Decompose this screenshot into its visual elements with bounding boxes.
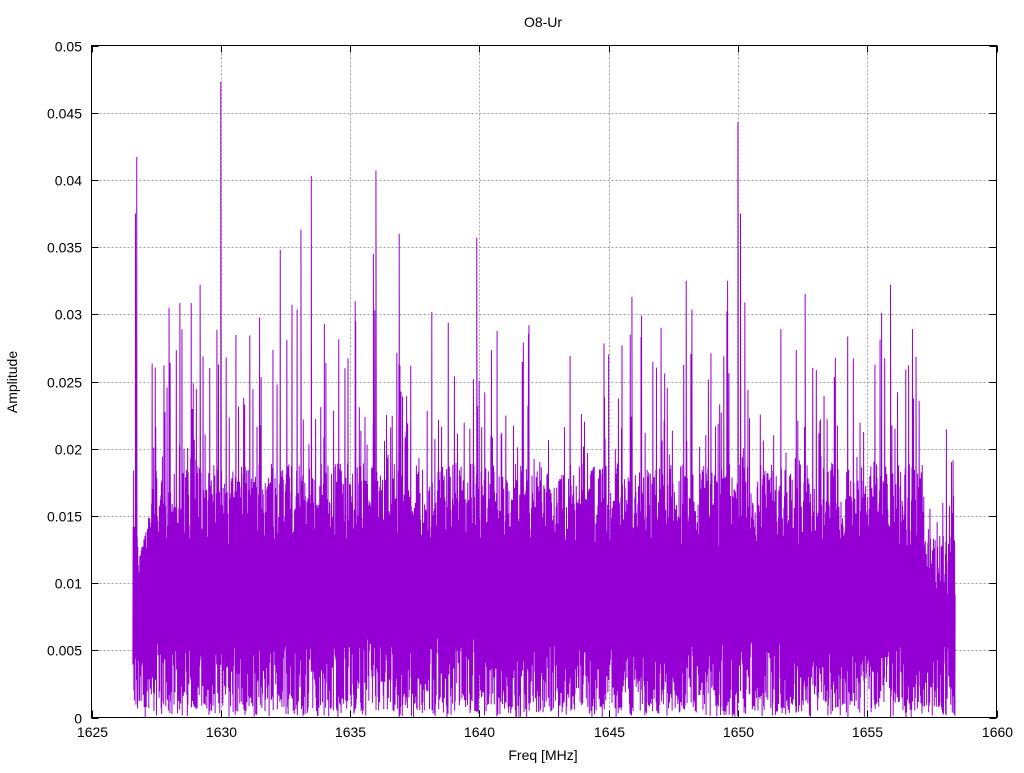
y-tick-label: 0.005 [47,643,82,659]
y-tick-label: 0.035 [47,240,82,256]
y-tick-label: 0.03 [55,307,82,323]
y-axis-label: Amplitude [4,351,20,413]
chart: 1625 1630 1635 1640 1645 1650 1655 166000.0050.… [4,14,1013,763]
x-tick-label: 1640 [464,724,495,740]
y-tick-label: 0.04 [55,173,82,189]
x-tick-label: 1650 [723,724,754,740]
chart-title: O8-Ur [524,14,562,30]
y-tick-label: 0.025 [47,375,82,391]
y-tick-label: 0.015 [47,509,82,525]
x-tick-label: 1645 [594,724,625,740]
y-tick-label: 0.01 [55,576,82,592]
x-tick-label: 1660 [982,724,1013,740]
signal-line [132,81,956,718]
y-tick-label: 0 [74,711,82,727]
x-axis-label: Freq [MHz] [508,747,577,763]
y-tick-label: 0.045 [47,106,82,122]
y-tick-label: 0.05 [55,39,82,55]
x-tick-label: 1635 [335,724,366,740]
x-tick-label: 1630 [206,724,237,740]
signal-series [132,81,956,718]
y-tick-label: 0.02 [55,442,82,458]
x-tick-label: 1655 [852,724,883,740]
